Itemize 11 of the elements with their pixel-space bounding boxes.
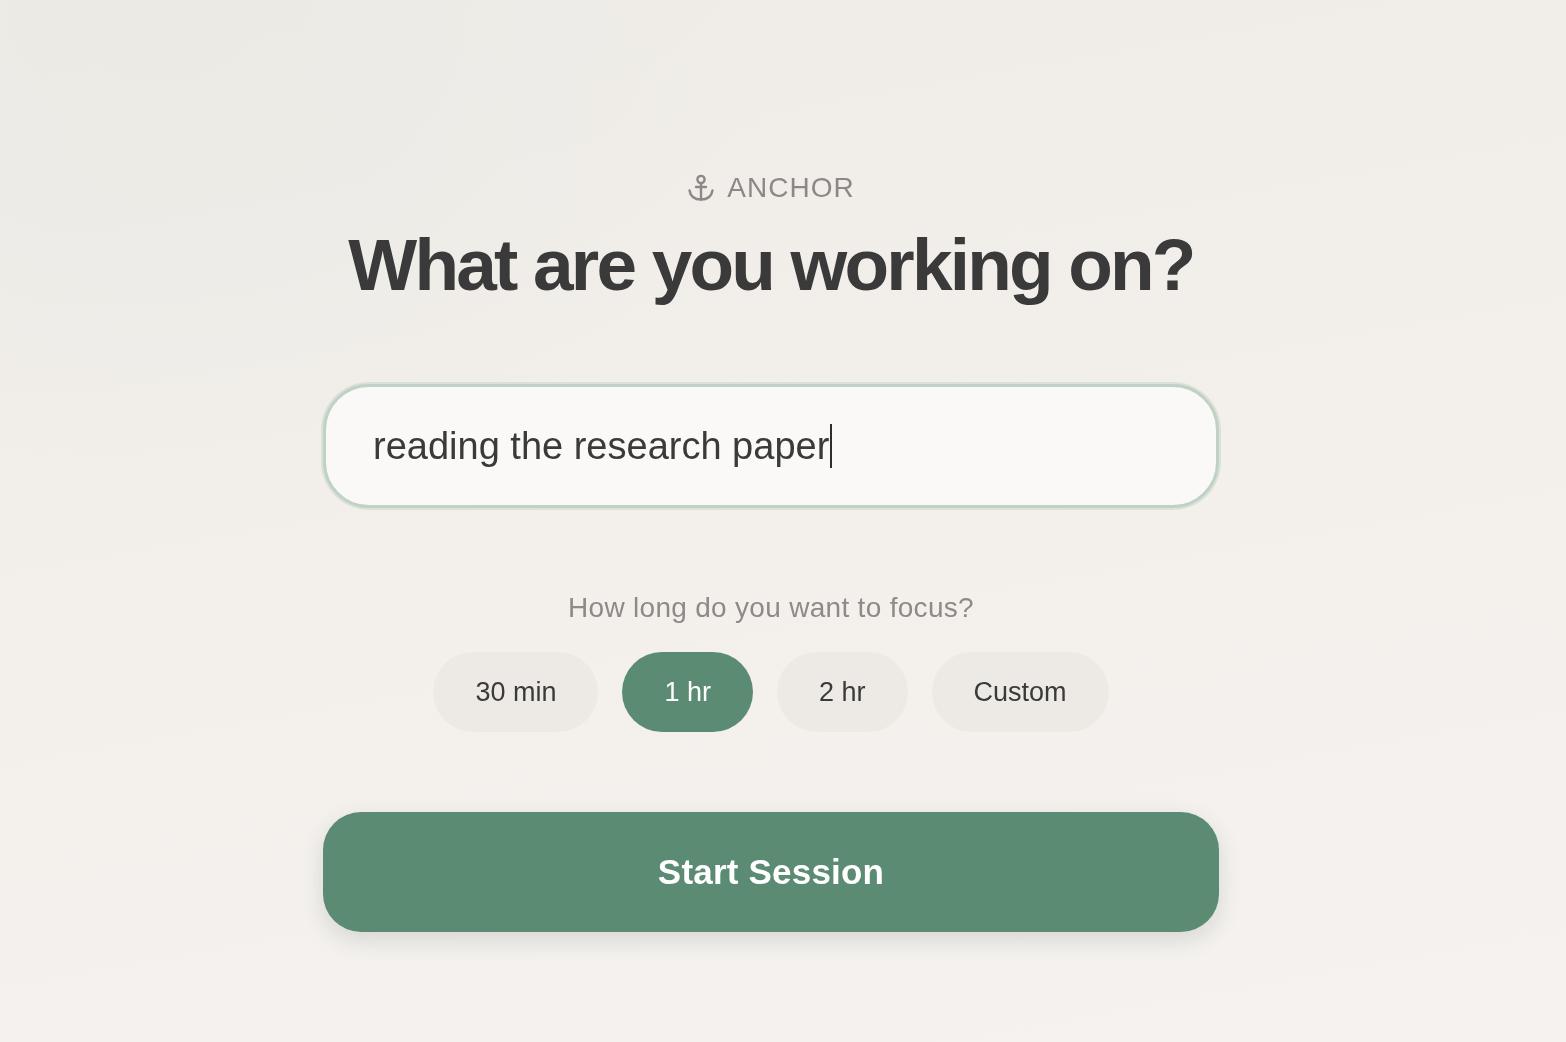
text-cursor-icon [830, 424, 833, 468]
anchor-icon [687, 174, 716, 202]
start-session-button[interactable]: Start Session [323, 812, 1219, 932]
duration-option-button[interactable]: 2 hr [777, 652, 908, 732]
duration-option-button[interactable]: 30 min [433, 652, 599, 732]
focus-duration-prompt: How long do you want to focus? [568, 591, 974, 625]
task-input-field[interactable]: reading the research paper [323, 384, 1219, 508]
page-heading: What are you working on? [348, 223, 1194, 307]
duration-option-button[interactable]: 1 hr [622, 652, 753, 732]
brand-name: ANCHOR [727, 173, 855, 203]
duration-option-button[interactable]: Custom [931, 652, 1109, 732]
